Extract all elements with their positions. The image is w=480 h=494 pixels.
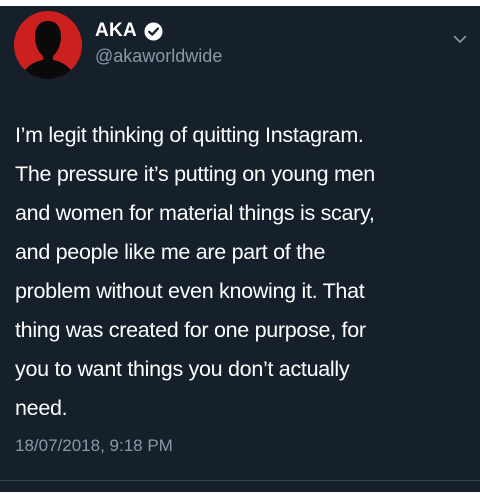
person-silhouette-icon: [21, 21, 75, 79]
tweet-text-line: I’m legit thinking of quitting Instagram…: [15, 123, 364, 147]
tweet-text-line: you to want things you don’t actually: [15, 357, 350, 381]
tweet-text-line: need.: [15, 396, 68, 420]
tweet-card: AKA @akaworldwide I’m legit thinking of …: [0, 6, 480, 492]
tweet-text-line: and women for material things is scary,: [15, 201, 375, 225]
avatar[interactable]: [14, 11, 82, 79]
verified-badge-icon: [144, 21, 163, 41]
tweet-text: I’m legit thinking of quitting Instagram…: [15, 116, 470, 428]
tweet-text-line: thing was created for one purpose, for: [15, 318, 366, 342]
tweet-timestamp[interactable]: 18/07/2018, 9:18 PM: [15, 436, 173, 456]
divider: [0, 480, 480, 481]
author-name-row: AKA: [95, 20, 163, 42]
tweet-text-line: problem without even knowing it. That: [15, 279, 365, 303]
author-display-name[interactable]: AKA: [95, 20, 137, 42]
chevron-down-icon[interactable]: [452, 31, 468, 47]
tweet-text-line: The pressure it’s putting on young men: [15, 162, 375, 186]
tweet-text-line: and people like me are part of the: [15, 240, 326, 264]
author-handle[interactable]: @akaworldwide: [95, 46, 222, 67]
